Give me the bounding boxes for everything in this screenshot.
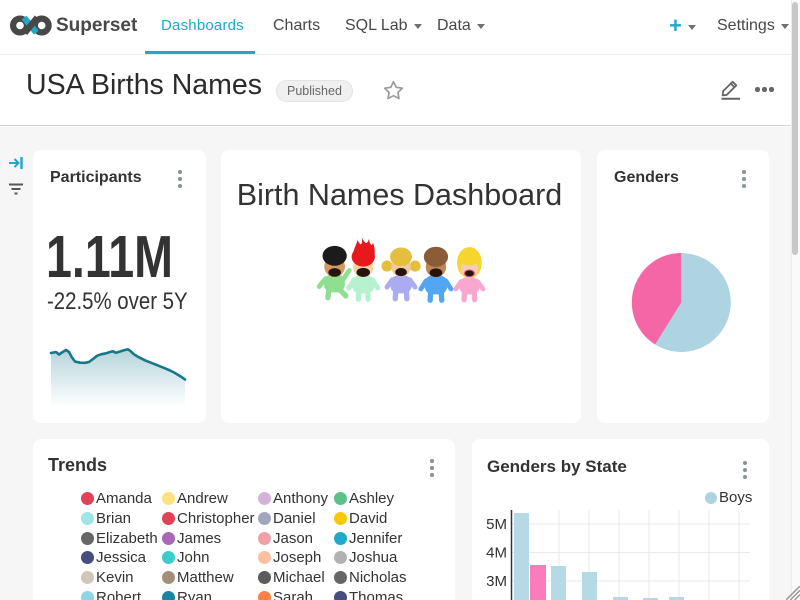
svg-text:4M: 4M <box>486 545 507 562</box>
svg-text:3M: 3M <box>486 573 507 590</box>
svg-text:5M: 5M <box>486 516 507 533</box>
